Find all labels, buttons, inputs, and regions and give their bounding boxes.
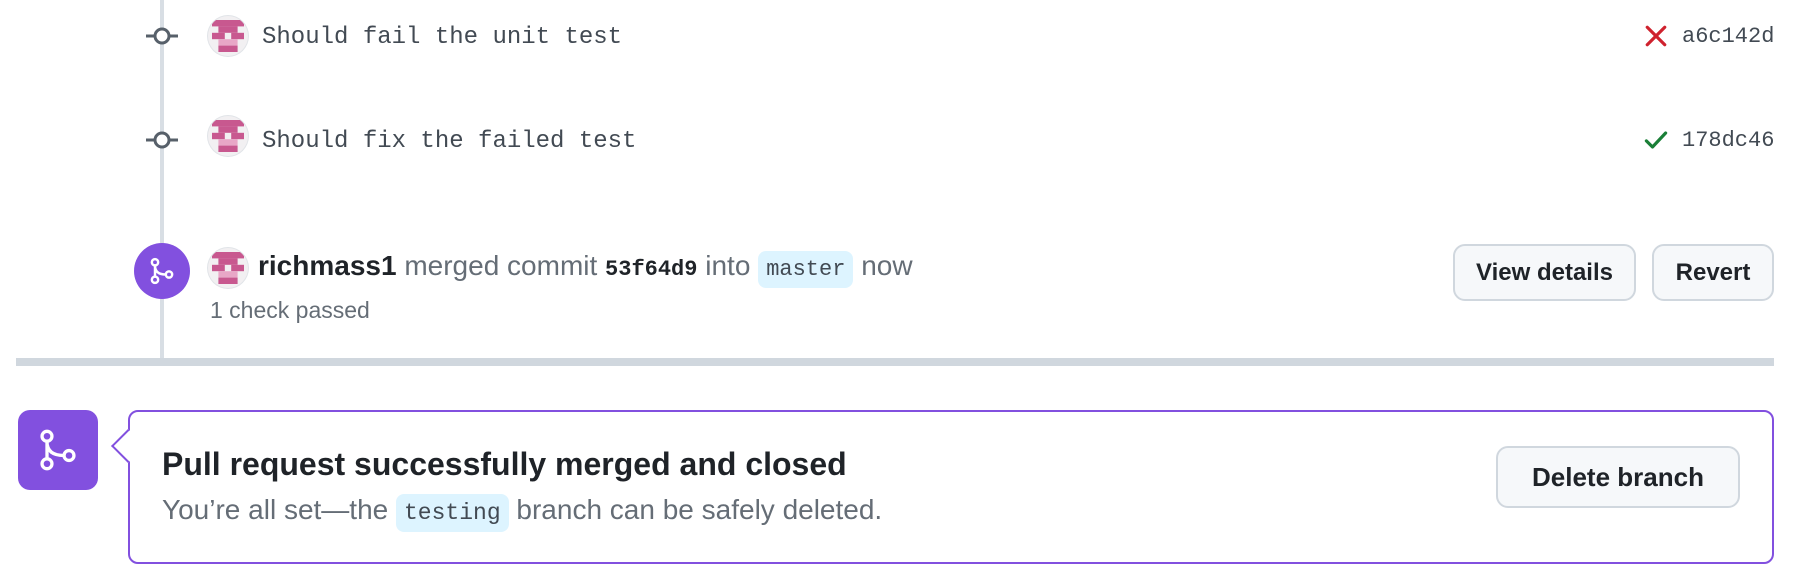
merged-banner-title: Pull request successfully merged and clo… — [162, 446, 847, 482]
commit-row: Should fix the failed test 178dc46 — [0, 104, 1794, 184]
avatar[interactable] — [208, 248, 248, 288]
git-merge-icon — [40, 429, 76, 471]
commit-message-link[interactable]: Should fail the unit test — [262, 24, 622, 51]
commit-message-link[interactable]: Should fix the failed test — [262, 128, 636, 155]
merge-time[interactable]: now — [861, 250, 912, 281]
view-details-button[interactable]: View details — [1453, 244, 1636, 301]
checks-status: 1 check passed — [210, 297, 370, 323]
revert-button[interactable]: Revert — [1652, 244, 1774, 301]
git-commit-icon — [146, 27, 178, 45]
subtitle-prefix: You’re all set—the — [162, 494, 389, 525]
merged-commit-sha-link[interactable]: 53f64d9 — [605, 257, 697, 282]
check-icon[interactable] — [1642, 126, 1670, 154]
git-merge-icon — [150, 257, 174, 285]
merge-badge — [134, 243, 190, 299]
avatar[interactable] — [208, 116, 248, 156]
avatar-identicon — [212, 20, 244, 52]
target-branch-label[interactable]: master — [758, 251, 854, 288]
avatar-identicon — [212, 252, 244, 284]
merged-status-icon-box — [18, 410, 98, 490]
author-link[interactable]: richmass1 — [258, 250, 397, 281]
commit-sha-link[interactable]: 178dc46 — [1682, 128, 1774, 153]
commit-row: Should fail the unit test a6c142d — [0, 0, 1794, 80]
avatar-identicon — [212, 120, 244, 152]
git-commit-icon — [146, 131, 178, 149]
merge-action-text: merged commit — [404, 250, 598, 281]
merged-banner-subtitle: You’re all set—the testing branch can be… — [162, 494, 882, 532]
x-icon[interactable] — [1642, 22, 1670, 50]
into-text: into — [705, 250, 751, 281]
merge-event-text: richmass1 merged commit 53f64d9 into mas… — [258, 250, 913, 288]
source-branch-label[interactable]: testing — [396, 494, 509, 532]
delete-branch-button[interactable]: Delete branch — [1496, 446, 1740, 508]
avatar[interactable] — [208, 16, 248, 56]
timeline-divider — [16, 358, 1774, 366]
commit-sha-link[interactable]: a6c142d — [1682, 24, 1774, 49]
subtitle-suffix: branch can be safely deleted. — [516, 494, 883, 525]
